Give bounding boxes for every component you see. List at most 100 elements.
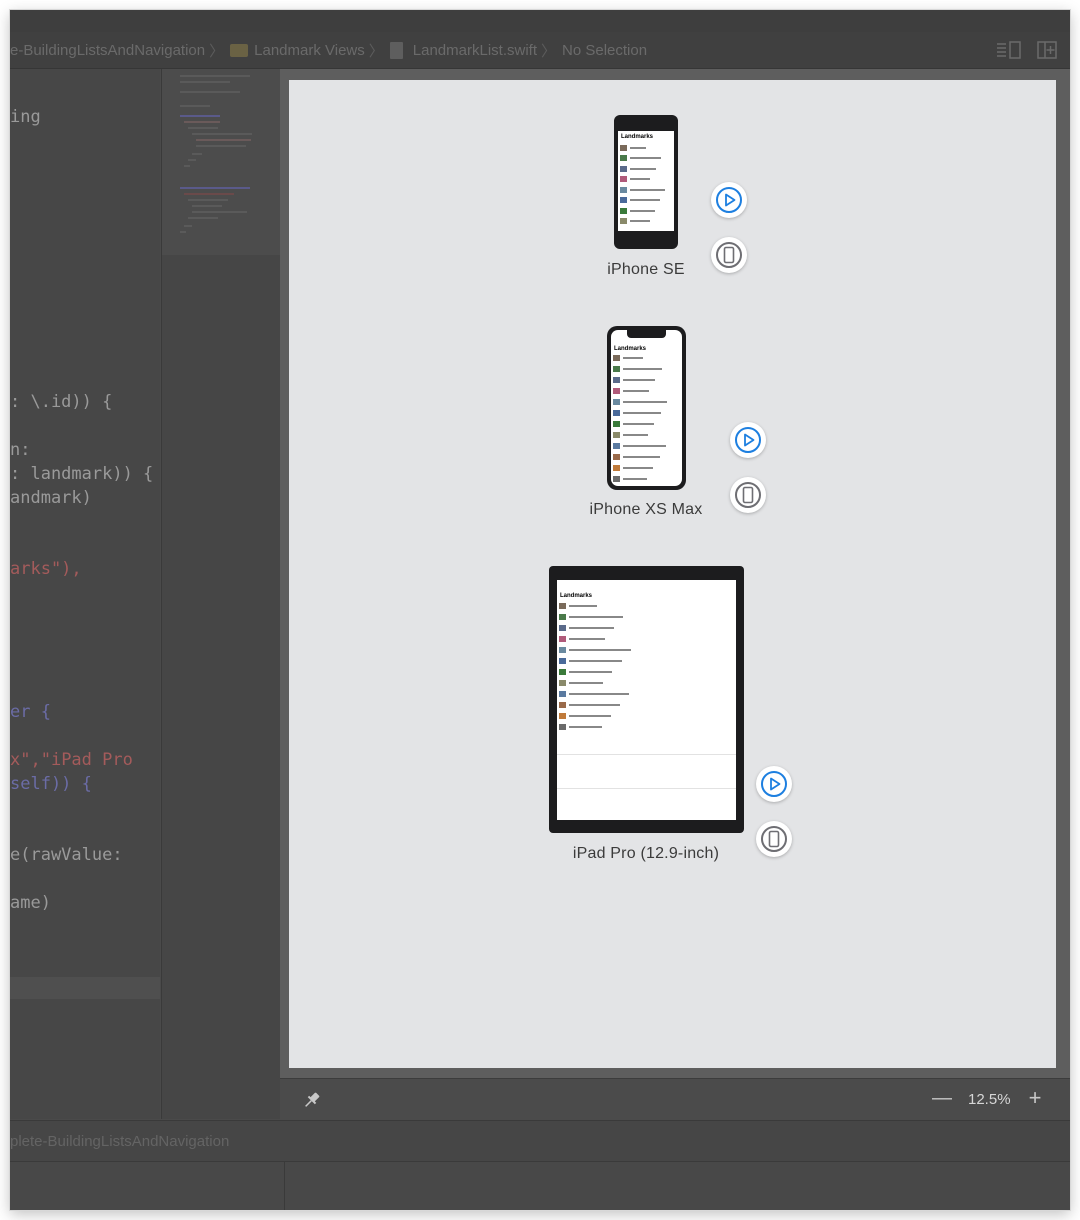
code-line: e(rawValue:	[10, 845, 123, 865]
screen-title: Landmarks	[614, 346, 647, 352]
zoom-in-button[interactable]: +	[1024, 1087, 1046, 1109]
landmark-name-placeholder	[630, 188, 665, 191]
code-line: : \.id)) {	[10, 392, 112, 412]
landmark-thumbnail	[559, 624, 566, 631]
minimap-visible-region	[162, 69, 280, 255]
preview-on-device-button[interactable]	[730, 477, 766, 513]
landmark-row	[559, 602, 597, 609]
landmark-row	[559, 657, 622, 664]
device-icon	[735, 482, 761, 508]
landmark-name-placeholder	[569, 725, 602, 728]
landmark-row	[620, 165, 656, 172]
breadcrumb-project[interactable]: e-BuildingListsAndNavigation	[10, 42, 205, 59]
minimap-line	[196, 145, 246, 147]
landmark-name-placeholder	[623, 477, 647, 480]
breadcrumb-separator-icon: 〉	[209, 42, 225, 60]
code-line: andmark)	[10, 488, 92, 508]
landmark-thumbnail	[620, 155, 627, 161]
minimap-line	[188, 127, 218, 129]
landmark-thumbnail	[620, 186, 627, 193]
device-notch	[627, 330, 666, 338]
code-string-fragment: arks"),	[10, 559, 82, 579]
device-preview-ipad-pro[interactable]: Landmarks	[549, 566, 744, 833]
landmark-name-placeholder	[630, 199, 660, 201]
landmark-row	[559, 679, 603, 686]
xcode-window: e-BuildingListsAndNavigation 〉 Landmark …	[10, 10, 1070, 1210]
code-line: ame)	[10, 893, 51, 913]
live-preview-button[interactable]	[730, 422, 766, 458]
breadcrumb-separator-icon: 〉	[368, 42, 384, 60]
landmark-thumbnail	[559, 657, 566, 664]
preview-on-device-button[interactable]	[711, 237, 747, 273]
landmark-name-placeholder	[623, 433, 648, 436]
device-label: iPhone SE	[607, 261, 685, 278]
landmark-thumbnail	[613, 442, 620, 449]
preview-canvas[interactable]: Landmarks iPhone SE Landmarks iPhone XS …	[289, 80, 1056, 1068]
title-strip	[10, 10, 1070, 32]
play-circle-icon	[716, 187, 742, 213]
landmark-name-placeholder	[623, 400, 667, 403]
landmark-name-placeholder	[569, 692, 629, 695]
landmark-row	[613, 376, 655, 383]
landmark-row	[620, 218, 650, 225]
landmark-row	[613, 398, 667, 405]
landmark-row	[613, 431, 648, 438]
landmark-name-placeholder	[630, 157, 661, 159]
landmark-name-placeholder	[569, 681, 603, 684]
minimap-line	[184, 225, 192, 227]
editor-options-icon[interactable]	[996, 41, 1021, 59]
landmark-thumbnail	[613, 420, 620, 427]
code-line: ing	[10, 107, 41, 127]
minimap-line	[188, 217, 218, 219]
landmark-row	[559, 723, 602, 730]
landmark-name-placeholder	[569, 615, 623, 618]
code-keyword-fragment: er {	[10, 702, 51, 722]
minimap[interactable]	[161, 69, 281, 1119]
scheme-label: plete-BuildingListsAndNavigation	[10, 1133, 230, 1150]
device-preview-iphone-xs-max[interactable]: Landmarks	[607, 326, 686, 490]
breadcrumb-folder[interactable]: Landmark Views	[230, 42, 365, 59]
landmark-thumbnail	[613, 475, 620, 482]
add-editor-icon[interactable]	[1036, 41, 1058, 59]
landmark-thumbnail	[613, 409, 620, 416]
landmark-row	[559, 646, 631, 653]
landmark-name-placeholder	[623, 422, 654, 425]
code-editor[interactable]: ing : \.id)) { n: : landmark)) { andmark…	[10, 69, 160, 1119]
device-screen: Landmarks	[618, 131, 674, 231]
minimap-line	[180, 91, 240, 93]
preview-on-device-button[interactable]	[756, 821, 792, 857]
landmark-name-placeholder	[630, 146, 646, 149]
device-preview-iphone-se[interactable]: Landmarks	[614, 115, 678, 249]
debug-bar: plete-BuildingListsAndNavigation	[10, 1120, 1070, 1161]
folder-icon	[230, 43, 249, 57]
code-fragment: : \.id)) {	[10, 392, 113, 412]
landmark-row	[613, 409, 661, 416]
breadcrumb-file[interactable]: LandmarkList.swift	[389, 41, 537, 59]
minimap-line	[180, 115, 220, 117]
breadcrumb-selection[interactable]: No Selection	[562, 42, 647, 59]
landmark-thumbnail	[559, 679, 566, 686]
landmark-name-placeholder	[569, 637, 605, 640]
landmark-row	[559, 624, 614, 631]
device-icon	[761, 826, 787, 852]
landmark-row	[613, 442, 666, 449]
pin-icon[interactable]	[302, 1090, 322, 1115]
play-circle-icon	[735, 427, 761, 453]
screen-title: Landmarks	[560, 593, 593, 599]
code-line: arks"),	[10, 559, 82, 579]
live-preview-button[interactable]	[711, 182, 747, 218]
landmark-thumbnail	[559, 701, 566, 708]
landmark-thumbnail	[613, 365, 620, 372]
debug-area-divider[interactable]	[284, 1162, 285, 1210]
minimap-line	[196, 139, 251, 141]
landmark-thumbnail	[620, 176, 627, 182]
landmark-thumbnail	[620, 218, 627, 224]
live-preview-button[interactable]	[756, 766, 792, 802]
current-line-highlight	[10, 977, 160, 999]
landmark-thumbnail	[613, 354, 620, 361]
landmark-row	[620, 197, 660, 204]
minimap-line	[180, 231, 186, 233]
canvas-bottom-bar: — 12.5% +	[280, 1078, 1070, 1121]
landmark-name-placeholder	[623, 389, 649, 392]
zoom-out-button[interactable]: —	[931, 1088, 953, 1108]
